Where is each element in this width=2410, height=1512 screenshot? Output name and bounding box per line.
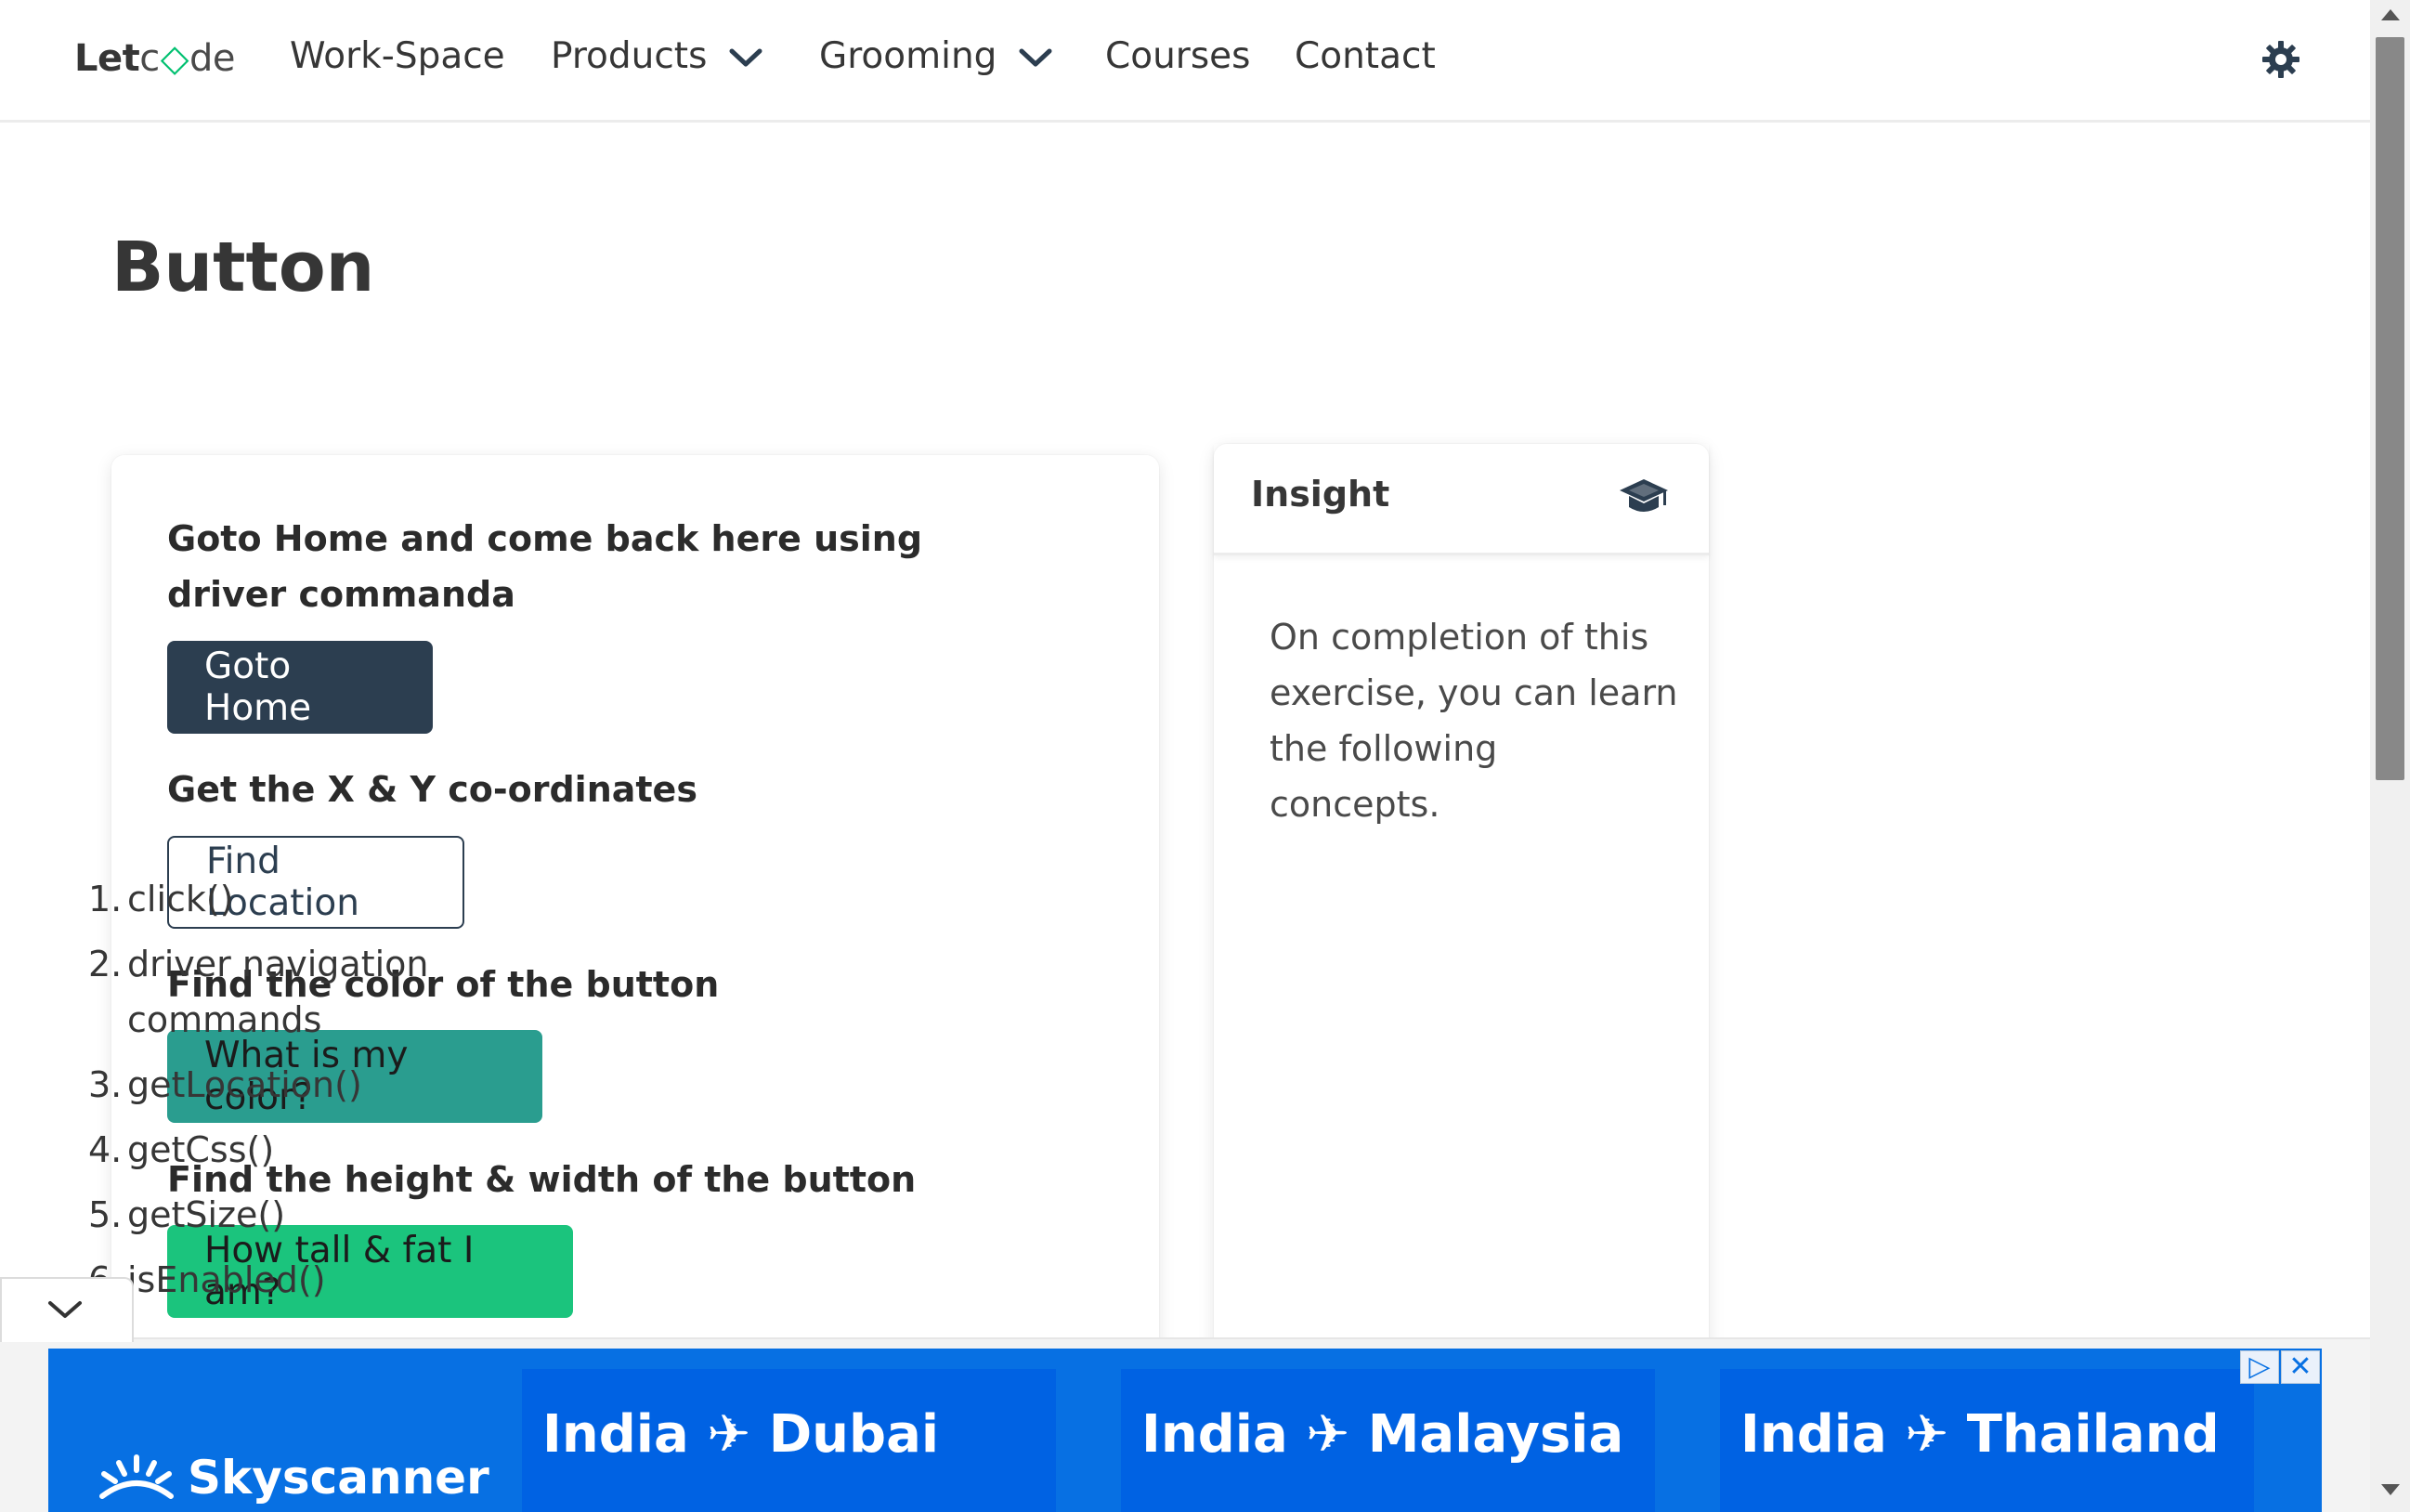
chevron-down-icon [1019,35,1052,77]
list-item-number: 2. [88,944,123,984]
adchoices-icon[interactable]: ▷ [2240,1350,2279,1384]
list-item-text: isEnabled() [127,1259,326,1300]
insight-card: Insight On completion of this exercise, … [1214,444,1709,1466]
close-icon[interactable]: ✕ [2281,1350,2320,1384]
exercise-label-coordinates: Get the X & Y co-ordinates [167,769,697,810]
chevron-down-icon [729,35,762,77]
nav-item-label: Courses [1105,35,1251,77]
list-item-text: click() [127,879,234,919]
letcode-logo[interactable]: Let c ◇ de [74,37,236,80]
insight-concepts-list: 1. click() 2. driver navigation commands 3… [88,871,434,1317]
exercise-label-goto-home: Goto Home and come back here using drive… [167,518,923,615]
top-navbar: Let c ◇ de Work-Space Products Grooming Cou… [0,0,2370,123]
ad-tile-malaysia[interactable]: India ✈ Malaysia [1121,1369,1655,1512]
ad-tile-thailand[interactable]: India ✈ Thailand [1720,1369,2254,1512]
nav-item-contact[interactable]: Contact [1295,35,1436,77]
skyscanner-brand-text: Skyscanner [188,1451,489,1505]
logo-text-de: de [189,37,236,80]
ad-tile-label: India ✈ Malaysia [1141,1404,1624,1465]
nav-item-courses[interactable]: Courses [1105,35,1250,77]
list-item: 3. getLocation() [88,1057,434,1113]
list-item-text: driver navigation commands [127,944,429,1040]
nav-item-products[interactable]: Products [551,35,762,77]
nav-item-label: Grooming [819,35,997,77]
ad-tile-dubai[interactable]: India ✈ Dubai [522,1369,1056,1512]
list-item-text: getLocation() [127,1064,362,1105]
logo-text-let: Let [74,37,140,80]
list-item: 2. driver navigation commands [88,936,434,1048]
ad-controls: ▷ ✕ [2240,1350,2322,1384]
nav-item-label: Products [551,35,708,77]
skyscanner-ad-banner[interactable]: Skyscanner India ✈ Dubai India ✈ Malaysi… [48,1349,2322,1512]
list-item: 6.isEnabled() [88,1252,434,1308]
scrollbar-thumb[interactable] [2376,37,2404,780]
list-item-text: getSize() [127,1194,286,1235]
list-item-number: 5. [88,1194,123,1235]
list-item: 5. getSize() [88,1187,434,1243]
list-item-number: 4. [88,1129,123,1170]
nav-item-label: Contact [1295,35,1436,77]
insight-header: Insight [1214,444,1709,555]
nav-item-work-space[interactable]: Work-Space [290,35,505,77]
ad-tile-label: India ✈ Dubai [542,1404,940,1465]
sunrise-logo-icon [99,1454,174,1499]
goto-home-button[interactable]: Goto Home [167,641,433,734]
list-item-text: getCss() [127,1129,275,1170]
scroll-down-arrow-icon[interactable] [2381,1484,2400,1495]
nav-item-label: Work-Space [290,35,505,77]
chevron-down-icon [48,1301,82,1318]
list-item-number: 3. [88,1064,123,1105]
logo-diamond-icon: ◇ [160,37,189,80]
list-item-number: 1. [88,879,123,919]
list-item: 1. click() [88,871,434,927]
ad-collapse-tab[interactable] [0,1277,134,1342]
page-title: Button [111,228,375,307]
skyscanner-logo[interactable]: Skyscanner [95,1451,489,1505]
scroll-up-arrow-icon[interactable] [2381,9,2400,20]
ad-tile-label: India ✈ Thailand [1740,1404,2220,1465]
nav-item-grooming[interactable]: Grooming [819,35,1052,77]
insight-intro: On completion of this exercise, you can … [1270,617,1678,825]
graduation-cap-icon [1618,477,1670,520]
gear-icon[interactable] [2260,39,2301,84]
logo-text-c: c [139,37,160,80]
insight-title: Insight [1251,474,1390,515]
list-item: 4. getCss() [88,1122,434,1178]
vertical-scrollbar[interactable] [2370,0,2410,1512]
